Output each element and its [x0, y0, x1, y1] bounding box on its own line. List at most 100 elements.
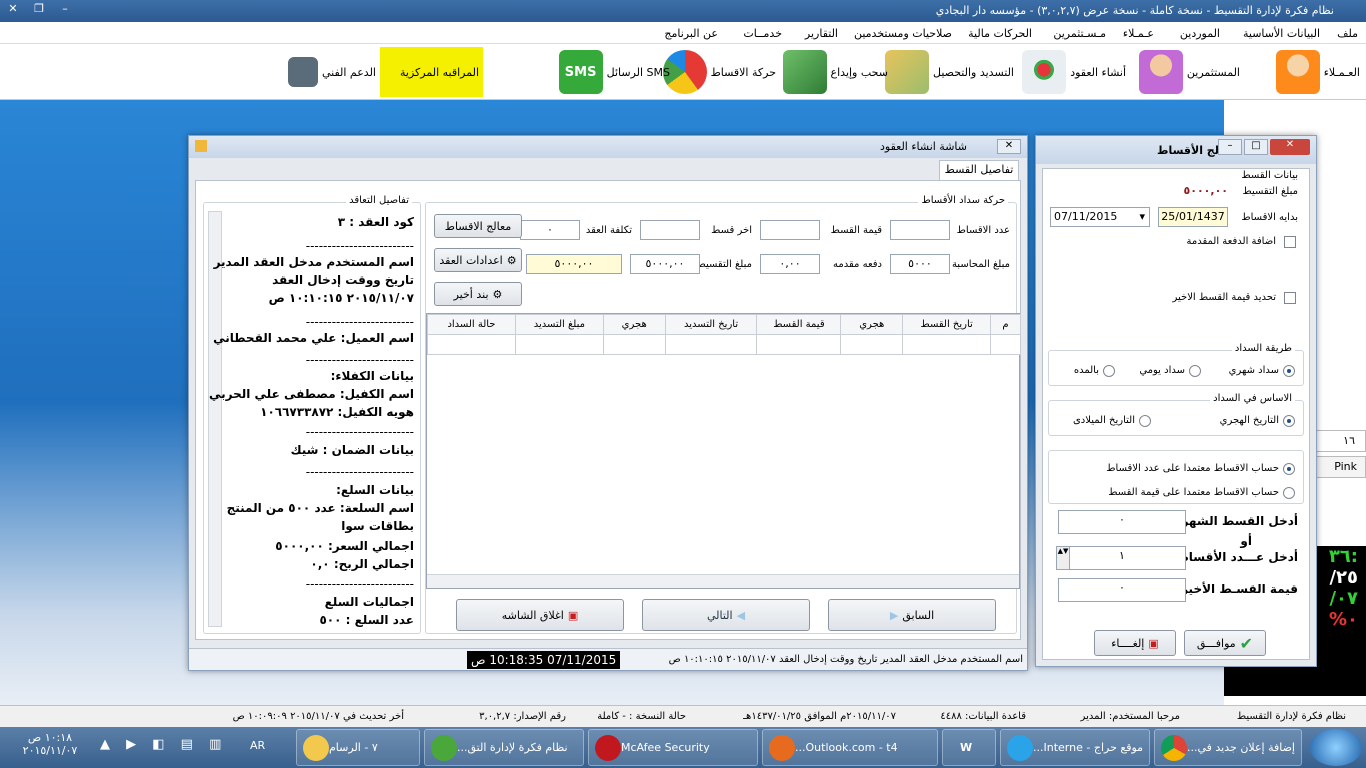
- firefox-icon: [769, 734, 795, 761]
- column-header[interactable]: هجري: [602, 314, 666, 335]
- hijri-date-radio[interactable]: [1283, 415, 1295, 427]
- chevron-down-icon: ▾: [1139, 210, 1145, 223]
- task-chrome[interactable]: إضافة إعلان جديد في...: [1154, 729, 1302, 766]
- last-installment-input[interactable]: [640, 220, 700, 240]
- column-header[interactable]: هجري: [840, 314, 904, 335]
- toolbar-sms-button[interactable]: SMS الرسائل SMS: [558, 47, 670, 97]
- close-screen-button[interactable]: اغلاق الشاشه ▣: [456, 599, 624, 631]
- toolbar-monitor-button[interactable]: المراقبه المركزية: [380, 47, 483, 97]
- toolbar-customers-button[interactable]: العـمـلاء: [1275, 47, 1360, 97]
- task-outlook[interactable]: Outlook.com - t4...: [762, 729, 938, 766]
- add-down-payment-checkbox[interactable]: [1284, 236, 1296, 248]
- total-price: اجمالي السعر: ٥٠٠٠,٠٠: [275, 539, 414, 553]
- menu-customers[interactable]: عـمـلاء: [1123, 27, 1154, 40]
- menu-about[interactable]: عن البرنامج: [664, 27, 718, 40]
- close-window-icon[interactable]: ✕: [0, 0, 26, 18]
- tray-icons[interactable]: ▲ ▶ ◧ ▤ ▥: [100, 737, 227, 752]
- minimize-window-icon[interactable]: –: [52, 0, 78, 18]
- tab-installment-details[interactable]: تفاصيل القسط: [939, 160, 1019, 180]
- goods-count: عدد السلع : ٥٠٠: [319, 613, 414, 627]
- contract-cost-input[interactable]: ٠: [520, 220, 580, 240]
- column-header[interactable]: حالة السداد: [427, 314, 516, 335]
- task-app[interactable]: نظام فكرة لإدارة التق...: [424, 729, 584, 766]
- task-paint[interactable]: ٧ - الرسام: [296, 729, 420, 766]
- start-button[interactable]: [1310, 729, 1362, 766]
- next-button[interactable]: التالي ◀: [642, 599, 810, 631]
- hijri-date-input[interactable]: 25/01/1437: [1158, 207, 1228, 227]
- previous-button[interactable]: ▶ السابق: [828, 599, 996, 631]
- column-header[interactable]: م: [990, 314, 1021, 335]
- installments-count-input[interactable]: [890, 220, 950, 240]
- installments-table[interactable]: م تاريخ القسط هجري قيمة القسط تاريخ التس…: [426, 313, 1021, 589]
- start-date-picker[interactable]: 07/11/2015 ▾: [1050, 207, 1150, 227]
- language-indicator[interactable]: AR: [250, 739, 265, 752]
- close-icon[interactable]: ✕: [1270, 139, 1310, 155]
- gregorian-date-radio[interactable]: [1139, 415, 1151, 427]
- toolbar-installments-button[interactable]: حركة الاقساط: [662, 47, 776, 97]
- tray-clock[interactable]: ١٠:١٨ ص ٢٠١٥/١١/٠٧: [10, 731, 90, 757]
- table-horizontal-scrollbar[interactable]: [427, 574, 1019, 588]
- arrow-right-icon: ▶: [889, 608, 899, 622]
- monthly-radio[interactable]: [1283, 365, 1295, 377]
- window-title-bar: نظام فكرة لإدارة التقسيط - نسخة كاملة - …: [0, 0, 1366, 22]
- status-copy: حالة النسخة : - كاملة: [597, 711, 686, 722]
- menu-basic-data[interactable]: البيانات الأساسية: [1243, 27, 1320, 40]
- menu-services[interactable]: خدمــات: [743, 27, 782, 40]
- maximize-window-icon[interactable]: ❐: [26, 0, 52, 18]
- task-word[interactable]: W: [942, 729, 996, 766]
- contract-settings-button[interactable]: اعدادات العقد ⚙: [434, 248, 522, 272]
- installment-data-group: بيانات القسط مبلغ التقسيط ٥٠٠٠,٠٠ بدايه …: [1048, 170, 1304, 338]
- minimize-icon[interactable]: –: [1218, 139, 1242, 155]
- total-profit: اجمالي الربح: ٠,٠: [310, 557, 414, 571]
- installment-amount-input[interactable]: [760, 220, 820, 240]
- app-status-bar: نظام فكرة لإدارة التقسيط مرحبا المستخدم:…: [0, 705, 1366, 727]
- installment-wizard-button[interactable]: معالج الاقساط: [434, 214, 522, 238]
- menu-suppliers[interactable]: الموردين: [1180, 27, 1220, 40]
- cancel-button[interactable]: إلغــــاء ▣: [1094, 630, 1176, 656]
- column-header[interactable]: مبلغ التسديد: [514, 314, 604, 335]
- stepper-arrows-icon[interactable]: ▲▼: [1056, 546, 1070, 570]
- monthly-installment-input[interactable]: ٠: [1058, 510, 1186, 534]
- money-icon: [885, 50, 930, 94]
- guarantor-id: هويه الكفيل: ١٠٦٦٧٣٣٨٧٢: [260, 405, 414, 419]
- toolbar-contracts-button[interactable]: أنشاء العقود: [1022, 47, 1126, 97]
- status-app-name: نظام فكرة لإدارة التقسيط: [1236, 711, 1346, 722]
- daily-radio[interactable]: [1189, 365, 1201, 377]
- column-header[interactable]: تاريخ القسط: [902, 314, 992, 335]
- close-icon[interactable]: ✕: [997, 139, 1021, 154]
- add-item-button[interactable]: بند أخير ⚙: [434, 282, 522, 306]
- goods-name: اسم السلعة: عدد ٥٠٠ من المنتج: [226, 501, 414, 515]
- details-scrollbar[interactable]: [208, 211, 222, 627]
- menu-financial[interactable]: الحركات مالية: [968, 27, 1032, 40]
- down-payment-input[interactable]: ٠,٠٠: [760, 254, 820, 274]
- installment-total-readonly: ٥٠٠٠,٠٠: [526, 254, 622, 274]
- menu-permissions[interactable]: صلاحيات ومستخدمين: [854, 27, 952, 40]
- status-version: رقم الإصدار: ٣,٠,٢,٧: [479, 711, 566, 722]
- table-row[interactable]: [427, 334, 1021, 355]
- toolbar-investors-button[interactable]: المستثمرين: [1138, 47, 1240, 97]
- menu-investors[interactable]: مـسـتثمرين: [1053, 27, 1106, 40]
- accounted-amount-input[interactable]: ٥٠٠٠: [890, 254, 950, 274]
- task-mcafee[interactable]: McAfee Security: [588, 729, 758, 766]
- column-header[interactable]: قيمة القسط: [756, 314, 842, 335]
- task-internet-explorer[interactable]: موقع حراج - Interne...: [1000, 729, 1150, 766]
- cash-icon: [782, 50, 827, 94]
- ok-button[interactable]: موافـــق ✔: [1184, 630, 1266, 656]
- set-last-installment-checkbox[interactable]: [1284, 292, 1296, 304]
- menu-file[interactable]: ملف: [1337, 27, 1358, 40]
- maximize-icon[interactable]: □: [1244, 139, 1268, 155]
- calc-by-amount-radio[interactable]: [1283, 487, 1295, 499]
- period-radio[interactable]: [1103, 365, 1115, 377]
- payment-basis-group: الاساس في السداد التاريخ الهجري التاريخ …: [1048, 393, 1304, 436]
- installment-total-input[interactable]: ٥٠٠٠,٠٠: [630, 254, 700, 274]
- toolbar-support-button[interactable]: الدعم الفني: [287, 47, 376, 97]
- last-installment-value-input[interactable]: ٠: [1058, 578, 1186, 602]
- column-header[interactable]: تاريخ التسديد: [664, 314, 758, 335]
- calc-by-count-radio[interactable]: [1283, 463, 1295, 475]
- toolbar-withdraw-button[interactable]: سحب وإيداع: [782, 47, 888, 97]
- shopping-cart-icon: [1022, 50, 1067, 94]
- installments-count-stepper[interactable]: ١: [1058, 546, 1186, 570]
- customers-icon: [1275, 50, 1320, 94]
- menu-reports[interactable]: التقارير: [805, 27, 838, 40]
- toolbar-payment-button[interactable]: التسديد والتحصيل: [885, 47, 1014, 97]
